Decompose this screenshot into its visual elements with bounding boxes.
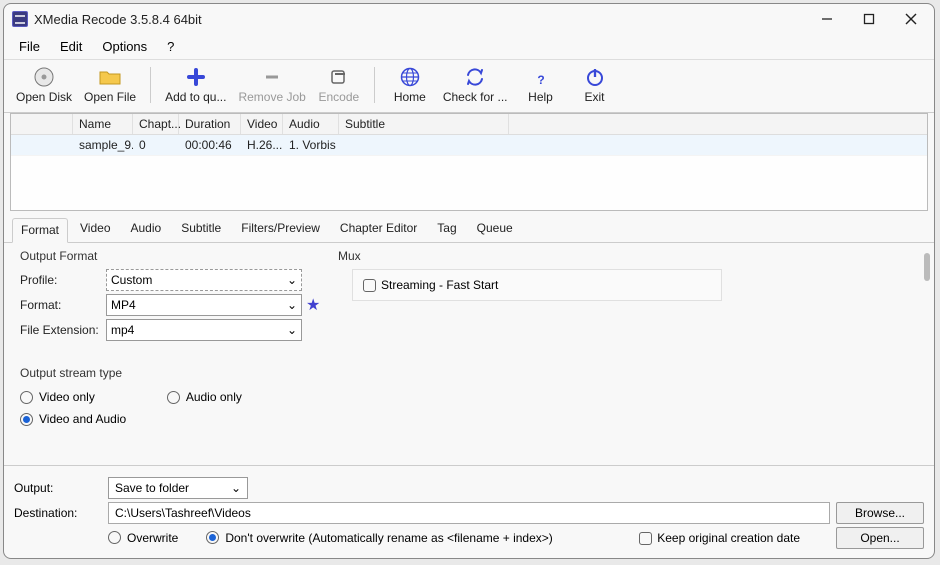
ext-label: File Extension: [14, 323, 106, 337]
chevron-down-icon: ⌄ [287, 298, 297, 312]
col-subtitle[interactable]: Subtitle [339, 114, 509, 134]
exit-button[interactable]: Exit [568, 64, 622, 106]
chevron-down-icon: ⌄ [287, 273, 297, 287]
tab-bar: Format Video Audio Subtitle Filters/Prev… [4, 211, 934, 243]
menu-file[interactable]: File [10, 36, 49, 57]
menu-options[interactable]: Options [93, 36, 156, 57]
radio-dont-overwrite[interactable]: Don't overwrite (Automatically rename as… [206, 531, 552, 545]
menu-help[interactable]: ? [158, 36, 183, 57]
grid-row[interactable]: sample_9... 0 00:00:46 H.26... 1. Vorbis… [11, 135, 927, 156]
chevron-down-icon: ⌄ [231, 481, 241, 495]
mux-title: Mux [338, 249, 722, 263]
favorite-icon[interactable]: ★ [306, 295, 320, 315]
toolbar: Open Disk Open File Add to qu... Remove … [4, 60, 934, 113]
col-name[interactable]: Name [73, 114, 133, 134]
open-file-button[interactable]: Open File [78, 64, 142, 106]
tab-video[interactable]: Video [72, 217, 118, 242]
check-update-button[interactable]: Check for ... [437, 64, 514, 106]
tab-queue[interactable]: Queue [469, 217, 521, 242]
radio-video-only[interactable]: Video only [14, 386, 101, 408]
tab-audio[interactable]: Audio [123, 217, 170, 242]
svg-text:?: ? [537, 73, 544, 87]
close-button[interactable] [890, 5, 932, 33]
open-button[interactable]: Open... [836, 527, 924, 549]
scrollbar[interactable] [924, 253, 930, 281]
output-format-title: Output Format [20, 249, 332, 263]
help-button[interactable]: ? Help [514, 64, 568, 106]
app-icon [12, 11, 28, 27]
open-disk-button[interactable]: Open Disk [10, 64, 78, 106]
minimize-button[interactable] [806, 5, 848, 33]
tab-filters[interactable]: Filters/Preview [233, 217, 328, 242]
chevron-down-icon: ⌄ [287, 323, 297, 337]
titlebar[interactable]: XMedia Recode 3.5.8.4 64bit [4, 4, 934, 34]
col-video[interactable]: Video [241, 114, 283, 134]
disc-icon [32, 66, 56, 88]
grid-header: Name Chapt... Duration Video Audio Subti… [11, 114, 927, 135]
remove-job-button[interactable]: Remove Job [232, 64, 311, 106]
ext-combo[interactable]: mp4⌄ [106, 319, 302, 341]
window-title: XMedia Recode 3.5.8.4 64bit [34, 12, 202, 27]
plus-icon [184, 66, 208, 88]
radio-audio-only[interactable]: Audio only [161, 386, 248, 408]
encode-icon [327, 66, 351, 88]
format-panel: Output Format Profile: Custom⌄ Format: M… [4, 243, 934, 465]
profile-combo[interactable]: Custom⌄ [106, 269, 302, 291]
output-combo[interactable]: Save to folder⌄ [108, 477, 248, 499]
col-audio[interactable]: Audio [283, 114, 339, 134]
minus-icon [260, 66, 284, 88]
col-chapter[interactable]: Chapt... [133, 114, 179, 134]
encode-button[interactable]: Encode [312, 64, 366, 106]
add-queue-button[interactable]: Add to qu... [159, 64, 232, 106]
folder-icon [98, 66, 122, 88]
tab-subtitle[interactable]: Subtitle [173, 217, 229, 242]
file-grid[interactable]: Name Chapt... Duration Video Audio Subti… [10, 113, 928, 211]
maximize-button[interactable] [848, 5, 890, 33]
globe-icon [398, 66, 422, 88]
tab-chapter[interactable]: Chapter Editor [332, 217, 425, 242]
keep-date-checkbox[interactable]: Keep original creation date [639, 531, 800, 545]
output-label: Output: [14, 481, 102, 495]
question-icon: ? [529, 66, 553, 88]
stream-title: Output stream type [20, 366, 924, 380]
tab-tag[interactable]: Tag [429, 217, 464, 242]
dest-label: Destination: [14, 506, 102, 520]
power-icon [583, 66, 607, 88]
bottom-panel: Output: Save to folder⌄ Destination: C:\… [4, 465, 934, 558]
menubar: File Edit Options ? [4, 34, 934, 60]
col-duration[interactable]: Duration [179, 114, 241, 134]
radio-video-audio[interactable]: Video and Audio [14, 408, 924, 430]
home-button[interactable]: Home [383, 64, 437, 106]
tab-format[interactable]: Format [12, 218, 68, 243]
profile-label: Profile: [14, 273, 106, 287]
menu-edit[interactable]: Edit [51, 36, 91, 57]
format-combo[interactable]: MP4⌄ [106, 294, 302, 316]
format-label: Format: [14, 298, 106, 312]
browse-button[interactable]: Browse... [836, 502, 924, 524]
refresh-icon [463, 66, 487, 88]
destination-input[interactable]: C:\Users\Tashreef\Videos [108, 502, 830, 524]
radio-overwrite[interactable]: Overwrite [108, 531, 178, 545]
streaming-checkbox[interactable]: Streaming - Fast Start [363, 278, 498, 292]
